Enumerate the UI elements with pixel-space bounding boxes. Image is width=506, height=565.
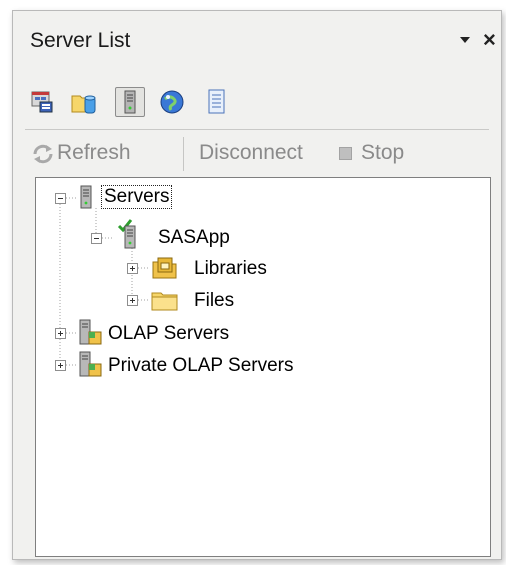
stop-button[interactable]: Stop <box>361 141 404 165</box>
libraries-expand-toggle[interactable] <box>127 263 138 274</box>
server-list-panel: Server List × Refresh Disconnect Stop Se… <box>12 10 502 560</box>
olap-expand-toggle[interactable] <box>55 328 66 339</box>
folder-data-icon[interactable] <box>69 87 99 117</box>
server-tree[interactable]: Servers SASApp Libraries Files OLAP Serv… <box>35 177 491 557</box>
connected-server-icon <box>117 219 136 249</box>
files-expand-toggle[interactable] <box>127 295 138 306</box>
stop-icon <box>339 147 352 160</box>
view-toolbar <box>13 81 501 125</box>
refresh-button[interactable]: Refresh <box>31 141 171 169</box>
pin-dropdown-icon[interactable] <box>460 37 470 43</box>
document-icon[interactable] <box>201 87 231 117</box>
tree-node-private-olap-servers[interactable]: Private OLAP Servers <box>108 355 294 377</box>
server-manager-icon[interactable] <box>27 87 57 117</box>
folder-icon <box>151 292 178 311</box>
servers-collapse-toggle[interactable] <box>55 193 66 204</box>
tree-node-sasapp[interactable]: SASApp <box>158 227 230 249</box>
tree-node-olap-servers[interactable]: OLAP Servers <box>108 323 229 345</box>
tree-node-libraries[interactable]: Libraries <box>194 258 267 280</box>
tree-node-servers[interactable]: Servers <box>100 185 173 209</box>
command-bar: Refresh Disconnect Stop <box>25 133 489 173</box>
toolbar-separator <box>25 129 489 130</box>
tree-node-files[interactable]: Files <box>194 290 234 312</box>
olap-server-icon <box>79 319 102 345</box>
panel-titlebar: Server List × <box>13 11 501 63</box>
private-olap-server-icon <box>79 351 102 377</box>
globe-icon[interactable] <box>157 87 187 117</box>
command-separator <box>183 137 184 171</box>
refresh-label: Refresh <box>57 141 131 164</box>
panel-title: Server List <box>30 29 131 52</box>
server-icon <box>80 185 92 209</box>
close-button[interactable]: × <box>483 27 496 53</box>
library-icon <box>152 257 177 279</box>
private-olap-expand-toggle[interactable] <box>55 360 66 371</box>
disconnect-button[interactable]: Disconnect <box>199 141 303 165</box>
server-list-icon[interactable] <box>115 87 145 117</box>
refresh-icon <box>33 144 53 164</box>
sasapp-collapse-toggle[interactable] <box>91 233 102 244</box>
